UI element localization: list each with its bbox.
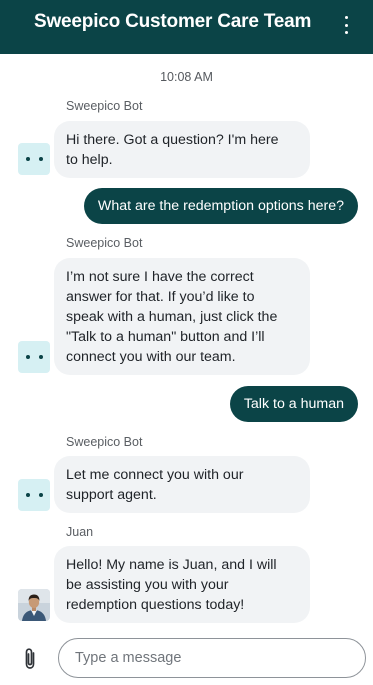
bot-avatar <box>18 341 50 373</box>
sender-name: Juan <box>66 525 94 539</box>
user-message: Talk to a human <box>229 386 358 422</box>
message-input[interactable] <box>58 638 366 678</box>
bot-message: Hi there. Got a question? I'm here to he… <box>54 121 310 178</box>
bot-avatar <box>18 143 50 175</box>
chat-header: Sweepico Customer Care Team <box>0 0 373 54</box>
timestamp: 10:08 AM <box>160 70 213 84</box>
sender-name: Sweepico Bot <box>66 99 143 113</box>
sender-name: Sweepico Bot <box>66 236 143 250</box>
more-vertical-icon[interactable] <box>339 14 353 36</box>
paperclip-icon[interactable] <box>20 647 40 671</box>
bot-avatar <box>18 479 50 511</box>
chat-title: Sweepico Customer Care Team <box>34 11 312 32</box>
bot-message: Let me connect you with our support agen… <box>54 456 310 513</box>
bot-message: I’m not sure I have the correct answer f… <box>54 258 310 375</box>
agent-avatar <box>18 589 50 621</box>
composer <box>0 629 373 685</box>
user-message: What are the redemption options here? <box>83 188 358 224</box>
sender-name: Sweepico Bot <box>66 435 143 449</box>
agent-message: Hello! My name is Juan, and I will be as… <box>54 546 310 623</box>
message-list[interactable]: 10:08 AM Sweepico Bot Hi there. Got a qu… <box>0 54 373 629</box>
